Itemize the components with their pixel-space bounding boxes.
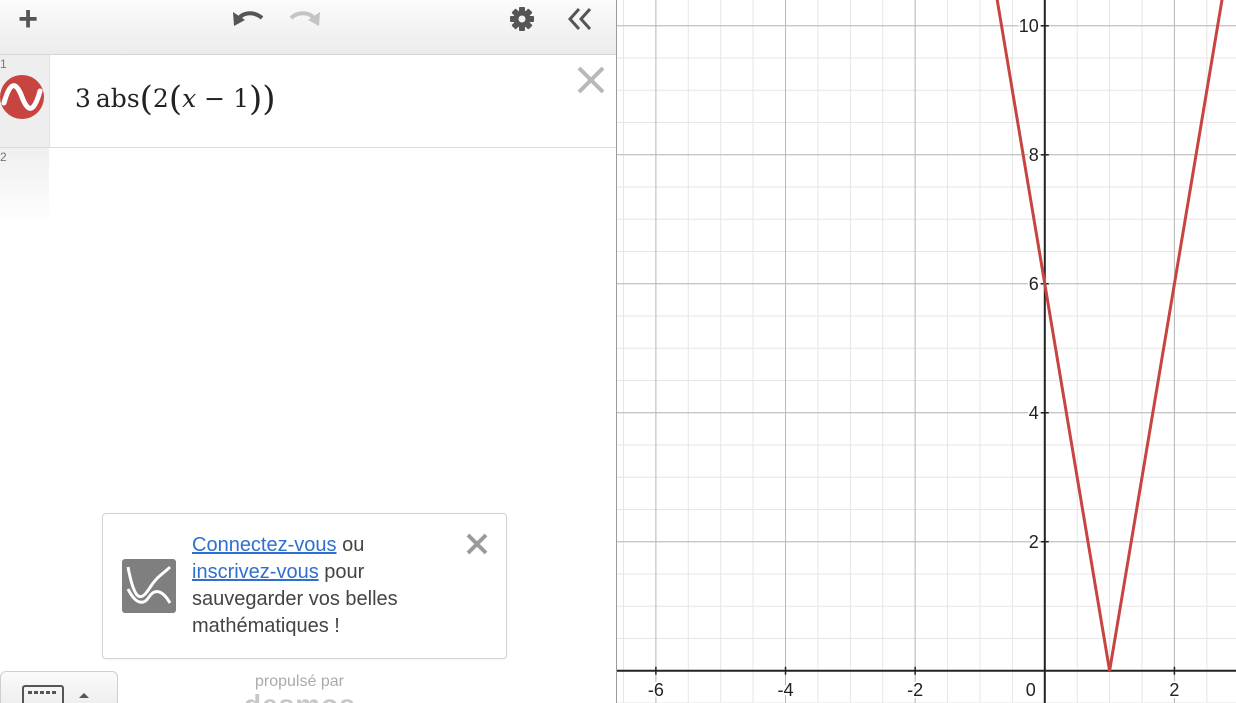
desmos-brand: desmos: [244, 689, 356, 703]
graph-paper[interactable]: -6 -4 -2 0 2 2 4 6 8 10: [617, 0, 1236, 703]
y-tick-label: 2: [1029, 532, 1039, 552]
expression-gutter: 2: [0, 148, 49, 228]
expression-panel: + 1 3 abs(2(x − 1)) 2 Connectez-vous ou …: [0, 0, 617, 703]
expression-gutter: 1: [0, 55, 50, 147]
x-tick-label: -2: [907, 680, 923, 700]
y-tick-label: 10: [1019, 16, 1039, 36]
x-tick-label: 0: [1026, 680, 1036, 700]
graph-canvas[interactable]: -6 -4 -2 0 2 2 4 6 8 10: [617, 0, 1236, 703]
login-prompt-text: Connectez-vous ou inscrivez-vous pour sa…: [192, 534, 398, 637]
graph-color-toggle-icon[interactable]: [0, 75, 44, 119]
x-tick-label: -4: [778, 680, 794, 700]
login-link[interactable]: Connectez-vous: [192, 534, 337, 556]
login-prompt-toast: Connectez-vous ou inscrivez-vous pour sa…: [102, 513, 507, 659]
keyboard-toggle-button[interactable]: [0, 671, 118, 703]
expression-row-empty[interactable]: 2: [0, 148, 616, 228]
y-tick-label: 6: [1029, 274, 1039, 294]
expression-math-input[interactable]: 3 abs(2(x − 1)): [75, 79, 276, 119]
expression-toolbar: +: [0, 0, 616, 55]
expression-index: 2: [0, 150, 7, 164]
x-tick-label: -6: [648, 680, 664, 700]
plus-icon[interactable]: +: [12, 2, 44, 36]
undo-icon[interactable]: [228, 4, 268, 34]
double-chevron-left-icon[interactable]: [562, 4, 598, 34]
close-icon[interactable]: [465, 532, 489, 556]
delete-expression-icon[interactable]: [576, 65, 606, 95]
y-tick-label: 4: [1029, 403, 1039, 423]
gear-icon[interactable]: [506, 4, 538, 34]
signup-link[interactable]: inscrivez-vous: [192, 561, 319, 583]
desmos-logo-icon: [122, 559, 176, 613]
x-tick-label: 2: [1169, 680, 1179, 700]
redo-icon[interactable]: [285, 4, 325, 34]
expression-row[interactable]: 1 3 abs(2(x − 1)): [0, 55, 616, 148]
keyboard-icon: [22, 685, 89, 703]
expression-index: 1: [0, 57, 7, 71]
y-tick-label: 8: [1029, 145, 1039, 165]
